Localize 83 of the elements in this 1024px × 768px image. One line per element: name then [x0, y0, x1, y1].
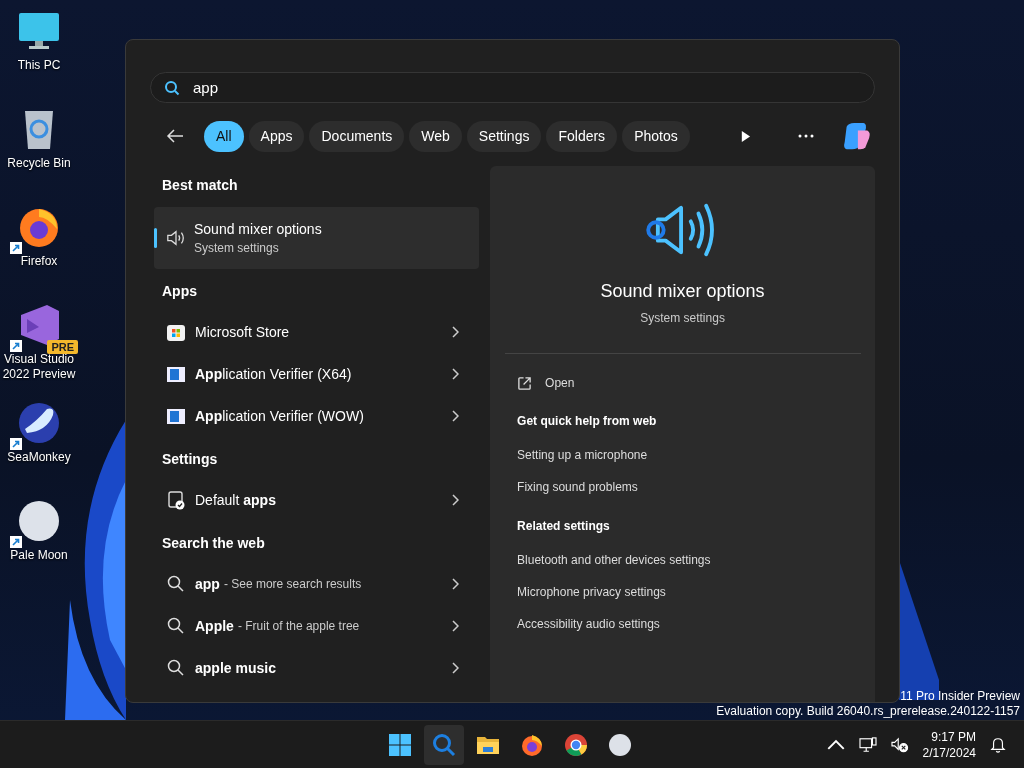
copilot-icon[interactable] — [841, 121, 871, 151]
help-link[interactable]: Accessibility audio settings — [517, 608, 660, 640]
search-icon — [432, 732, 456, 757]
moon-icon[interactable] — [17, 499, 61, 543]
bell-icon[interactable] — [990, 736, 1006, 753]
desktop-icon-label[interactable]: Firefox — [0, 254, 78, 269]
watermark-text: 11 Pro Insider Preview — [900, 689, 1020, 704]
search-icon — [166, 574, 186, 594]
result-item[interactable]: Application Verifier (WOW) — [154, 395, 480, 437]
preview-badge: PRE — [47, 340, 78, 354]
result-label: Application Verifier (X64) — [195, 366, 353, 382]
window-icon — [166, 364, 186, 384]
filter-tab[interactable]: Settings — [466, 120, 542, 152]
moon-icon — [608, 732, 632, 757]
web-result-item[interactable]: apple music — [154, 647, 480, 689]
window-icon — [166, 406, 186, 426]
chevron-right-icon[interactable] — [451, 326, 460, 338]
fox-globe-icon — [520, 732, 544, 757]
best-match-item[interactable]: Sound mixer options System settings — [154, 207, 480, 269]
result-item[interactable]: Default apps — [154, 479, 480, 521]
more-icon[interactable] — [798, 134, 814, 138]
filter-tab[interactable]: Web — [409, 120, 462, 152]
windows-logo-icon — [388, 732, 412, 757]
result-item[interactable]: Microsoft Store — [154, 311, 480, 353]
filter-tab[interactable]: Folders — [546, 120, 618, 152]
help-link[interactable]: Bluetooth and other devices settings — [517, 544, 711, 576]
search-icon — [166, 658, 186, 678]
search-icon — [164, 80, 180, 96]
section-heading: Search the web — [161, 534, 266, 553]
result-title: Sound mixer options — [194, 221, 322, 237]
filter-tab[interactable]: All — [204, 120, 244, 152]
help-link[interactable]: Microphone privacy settings — [517, 576, 666, 608]
filter-tab[interactable]: Apps — [248, 120, 305, 152]
open-external-icon[interactable] — [517, 375, 533, 391]
result-item[interactable]: Application Verifier (X64) — [154, 353, 480, 395]
query-description: - Fruit of the apple tree — [237, 619, 360, 633]
result-label: Microsoft Store — [195, 324, 291, 340]
bird-globe-icon[interactable] — [17, 401, 61, 445]
search-icon — [166, 616, 186, 636]
section-heading: Get quick help from web — [517, 413, 658, 430]
desktop-icon-label[interactable]: Recycle Bin — [0, 156, 78, 171]
network-icon[interactable] — [858, 736, 877, 753]
web-result-item[interactable]: Apple - Fruit of the apple tree — [154, 605, 480, 647]
speaker-icon — [166, 228, 186, 248]
search-query: app — [195, 576, 220, 592]
help-link[interactable]: Setting up a microphone — [517, 439, 648, 471]
shopping-bag-icon — [166, 322, 186, 342]
clock-time[interactable]: 9:17 PM — [931, 728, 976, 745]
desktop-icon-label[interactable]: This PC — [0, 58, 78, 73]
help-link[interactable]: Fixing sound problems — [517, 471, 638, 503]
section-heading: Apps — [161, 282, 198, 301]
section-heading: Settings — [161, 450, 219, 469]
back-arrow-icon[interactable] — [166, 128, 184, 144]
watermark-text: Evaluation copy. Build 26040.rs_prerelease.240122-1157 — [716, 704, 1020, 719]
clock-date[interactable]: 2/17/2024 — [922, 744, 976, 761]
chevron-right-icon[interactable] — [451, 368, 460, 380]
web-result-item[interactable]: app - See more search results — [154, 563, 480, 605]
result-subtitle: System settings — [194, 241, 280, 255]
chevron-right-icon[interactable] — [451, 410, 460, 422]
preview-title: Sound mixer options — [600, 281, 765, 302]
search-query: apple music — [195, 660, 276, 676]
filter-tab[interactable]: Documents — [309, 120, 405, 152]
filter-tab[interactable]: Photos — [622, 120, 690, 152]
section-heading: Related settings — [517, 518, 611, 535]
play-icon[interactable] — [740, 129, 751, 143]
preview-subtitle: System settings — [640, 311, 725, 325]
chevron-right-icon[interactable] — [451, 578, 460, 590]
result-label: Application Verifier (WOW) — [195, 408, 365, 424]
chevron-right-icon[interactable] — [451, 494, 460, 506]
section-heading: Best match — [161, 176, 239, 195]
search-query: Apple — [195, 618, 234, 634]
desktop-icon-label[interactable]: Pale Moon — [0, 548, 78, 563]
speaker-muted-icon[interactable] — [890, 736, 909, 753]
chrome-icon — [564, 732, 588, 757]
search-field[interactable]: app — [150, 72, 875, 103]
query-description: - See more search results — [223, 577, 362, 591]
chevron-right-icon[interactable] — [451, 620, 460, 632]
desktop-icon-label[interactable]: SeaMonkey — [0, 450, 78, 465]
app-check-icon — [166, 490, 186, 510]
desktop-icon-label[interactable]: Visual Studio 2022 Preview — [0, 352, 78, 382]
result-label: Default apps — [195, 492, 277, 508]
open-link[interactable]: Open — [545, 368, 575, 398]
chevron-right-icon[interactable] — [451, 662, 460, 674]
